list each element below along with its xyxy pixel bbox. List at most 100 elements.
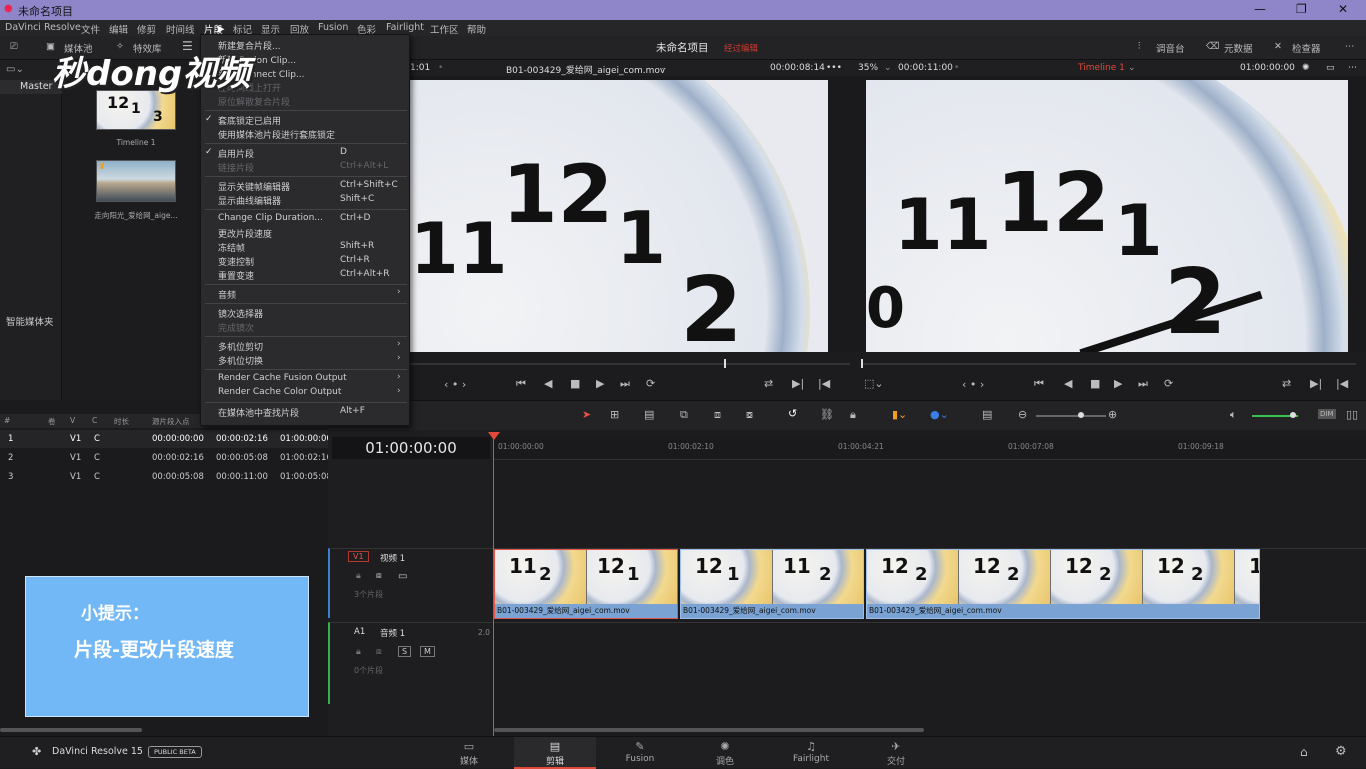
jog-icon[interactable]: ‹ • ›	[962, 378, 984, 391]
marker-icon[interactable]: ●⌄	[930, 408, 949, 421]
table-row[interactable]: 1 V1 C 00:00:00:00 00:00:02:16 01:00:00:…	[0, 430, 332, 448]
timeline-scrollbar[interactable]	[494, 728, 924, 732]
replace-clip-icon[interactable]: ⧇	[746, 408, 753, 422]
metadata-button[interactable]: 元数据	[1224, 41, 1253, 55]
play-icon[interactable]: ▶	[596, 377, 604, 390]
col-duration[interactable]: 时长	[114, 416, 129, 427]
timeline-thumbnail[interactable]: 12 1 3	[96, 90, 176, 130]
mute-button[interactable]: M	[420, 646, 435, 657]
col-c[interactable]: C	[92, 416, 97, 425]
overwrite-clip-icon[interactable]: ⧈	[714, 408, 721, 422]
close-button[interactable]: ✕	[1338, 2, 1348, 16]
col-reel[interactable]: 卷	[48, 416, 56, 427]
maximize-button[interactable]: ❐	[1296, 2, 1307, 16]
menu-item[interactable]: 重置变速 Ctrl+Alt+R	[201, 268, 411, 282]
match-frame-icon[interactable]: ⇄	[764, 377, 773, 390]
volume-slider-handle[interactable]	[1290, 412, 1296, 418]
lock-icon[interactable]: 🔒︎	[356, 647, 361, 657]
jump-start-icon[interactable]: ⏮	[516, 377, 526, 391]
source-playhead[interactable]	[724, 359, 726, 368]
menu-item[interactable]: 显示关键帧编辑器 Ctrl+Shift+C	[201, 179, 411, 193]
menu-item[interactable]: 更改片段速度	[201, 226, 411, 240]
settings-icon[interactable]: ⚙	[1335, 744, 1347, 759]
more-icon[interactable]: ⋯	[1348, 63, 1357, 73]
tab-fusion[interactable]: ✎ Fusion	[599, 737, 681, 769]
menu-item[interactable]: 镜次选择器	[201, 306, 411, 320]
next-edit-icon[interactable]: ▶|	[792, 377, 804, 390]
chevron-down-icon[interactable]: ⌄	[884, 63, 892, 73]
audio-track-id[interactable]: A1	[354, 627, 365, 637]
snapping-icon[interactable]: ↺	[788, 407, 797, 420]
col-num[interactable]: #	[4, 416, 10, 425]
viewer-mode-icon[interactable]: ▭	[1326, 63, 1335, 73]
color-icon[interactable]: ✺	[1302, 63, 1310, 73]
prev-edit-icon[interactable]: |◀	[1336, 377, 1348, 390]
timeline-name[interactable]: Timeline 1	[1078, 63, 1125, 73]
video-track-id[interactable]: V1	[348, 551, 369, 562]
table-row[interactable]: 2 V1 C 00:00:02:16 00:00:05:08 01:00:02:…	[0, 449, 332, 467]
timeline-playhead[interactable]	[493, 436, 494, 736]
loop-icon[interactable]: ⟳	[646, 377, 655, 390]
prev-edit-icon[interactable]: |◀	[818, 377, 830, 390]
lock-icon[interactable]: 🔒︎	[356, 571, 361, 581]
next-edit-icon[interactable]: ▶|	[1310, 377, 1322, 390]
menu-fusion[interactable]: Fusion	[318, 22, 348, 33]
stop-icon[interactable]: ■	[570, 377, 580, 390]
jump-end-icon[interactable]: ⏭	[620, 377, 630, 391]
flag-icon[interactable]: ▮⌄	[892, 408, 907, 421]
clip-list-scrollbar[interactable]	[0, 728, 142, 732]
menu-fairlight[interactable]: Fairlight	[386, 22, 424, 33]
zoom-slider[interactable]	[1036, 415, 1106, 417]
jump-end-icon[interactable]: ⏭	[1138, 377, 1148, 391]
trim-tool-icon[interactable]: ⊞	[610, 408, 619, 421]
tab-media[interactable]: ▭ 媒体	[428, 737, 510, 769]
menu-timeline[interactable]: 时间线	[166, 22, 195, 36]
play-icon[interactable]: ▶	[1114, 377, 1122, 390]
audio-track-header[interactable]: A1 音频 1 2.0 🔒︎ ⧈ S M 0个片段	[328, 622, 494, 704]
menu-item[interactable]: ✓ 套底锁定已启用	[201, 113, 411, 127]
auto-select-icon[interactable]: ⧈	[376, 647, 382, 657]
metadata-icon[interactable]: ⌫	[1206, 41, 1219, 52]
menu-item[interactable]: 变速控制 Ctrl+R	[201, 254, 411, 268]
chevron-down-icon[interactable]: ⌄	[660, 63, 668, 73]
zoom-out-icon[interactable]: ⊖	[1018, 408, 1027, 421]
jump-start-icon[interactable]: ⏮	[1034, 377, 1044, 391]
loop-icon[interactable]: ⟳	[1164, 377, 1173, 390]
solo-button[interactable]: S	[398, 646, 412, 657]
menu-edit[interactable]: 编辑	[109, 22, 128, 36]
more-icon[interactable]: ⋯	[1345, 41, 1355, 52]
timeline-clip[interactable]: 122 122 122 122 1 B01-003429_爱给网_aigei_c…	[866, 549, 1260, 619]
table-row[interactable]: 3 V1 C 00:00:05:08 00:00:11:00 01:00:05:…	[0, 468, 332, 486]
inspector-button[interactable]: 检查器	[1292, 41, 1321, 55]
col-source-in[interactable]: 源片段入点	[152, 416, 190, 427]
menu-item[interactable]: 音频 ›	[201, 287, 411, 301]
zoom-level[interactable]: 35%	[858, 63, 878, 73]
menu-davinci[interactable]: DaVinci Resolve	[5, 22, 81, 33]
volume-icon[interactable]: 🔈︎	[1230, 408, 1237, 422]
timeline-timecode[interactable]: 01:00:00:00	[332, 437, 490, 459]
timeline-ruler[interactable]: 01:00:00:00 01:00:02:10 01:00:04:21 01:0…	[494, 436, 1366, 460]
timeline-viewer-playhead[interactable]	[861, 359, 863, 368]
video-thumbnail[interactable]: ▮	[96, 160, 176, 202]
play-reverse-icon[interactable]: ◀	[544, 377, 552, 390]
play-reverse-icon[interactable]: ◀	[1064, 377, 1072, 390]
mixer-button[interactable]: 调音台	[1156, 41, 1185, 55]
menu-item[interactable]: 多机位剪切 ›	[201, 339, 411, 353]
menu-item[interactable]: 显示曲线编辑器 Shift+C	[201, 193, 411, 207]
timeline-clip[interactable]: 11 2 12 1 B01-003429_爱给网_aigei_com.mov	[494, 549, 678, 619]
inspector-icon[interactable]: ✕	[1274, 41, 1282, 52]
monitor-icon[interactable]: ⎚	[10, 41, 18, 52]
blade-tool-icon[interactable]: ▤	[644, 408, 654, 421]
menu-item[interactable]: 使用媒体池片段进行套底锁定	[201, 127, 411, 141]
stop-icon[interactable]: ■	[1090, 377, 1100, 390]
playhead-handle[interactable]	[488, 432, 500, 440]
mixer-icon[interactable]: ⫶	[1138, 41, 1140, 52]
tab-fairlight[interactable]: ♫ Fairlight	[770, 737, 852, 769]
meter-icon[interactable]: ▯▯	[1346, 408, 1358, 421]
timeline-clip[interactable]: 12 1 11 2 B01-003429_爱给网_aigei_com.mov	[680, 549, 864, 619]
source-viewer[interactable]: 12 1 2 11	[410, 80, 828, 352]
menu-trim[interactable]: 修剪	[137, 22, 156, 36]
menu-item[interactable]: 冻结帧 Shift+R	[201, 240, 411, 254]
selection-tool-icon[interactable]: ➤	[582, 408, 591, 421]
video-track-name[interactable]: 视频 1	[380, 552, 405, 564]
